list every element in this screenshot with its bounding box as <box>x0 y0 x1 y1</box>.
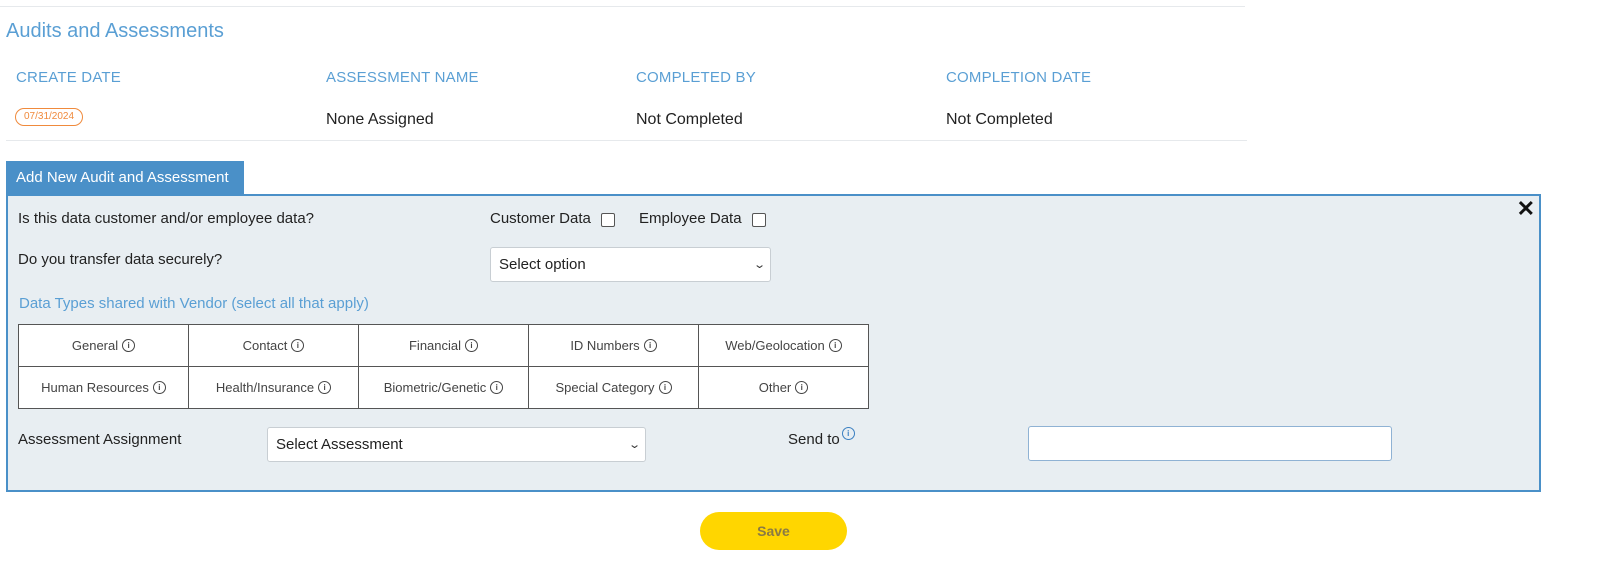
transfer-secure-select[interactable]: Select option ⌄ <box>490 247 771 282</box>
data-type-id-numbers[interactable]: ID Numbers i <box>529 325 699 367</box>
send-to-label: Send to <box>788 431 840 448</box>
data-type-label: Health/Insurance <box>215 380 315 395</box>
cell-completed-by: Not Completed <box>636 111 743 128</box>
customer-data-option[interactable]: Customer Data <box>490 210 615 227</box>
customer-data-checkbox[interactable] <box>600 212 615 227</box>
save-button[interactable]: Save <box>700 512 847 550</box>
data-type-label: Biometric/Genetic <box>383 380 487 395</box>
data-type-general[interactable]: General i <box>19 325 189 367</box>
send-to-input[interactable] <box>1028 426 1392 461</box>
transfer-secure-select-value: Select option <box>499 256 586 273</box>
add-audit-panel: ✕ Is this data customer and/or employee … <box>6 194 1541 492</box>
assessment-assignment-label: Assessment Assignment <box>18 431 182 448</box>
data-type-label: Financial <box>408 338 462 353</box>
top-divider <box>0 6 1245 7</box>
question-customer-employee: Is this data customer and/or employee da… <box>18 210 315 227</box>
assessment-select-value: Select Assessment <box>276 436 403 453</box>
info-icon[interactable]: i <box>465 339 479 352</box>
data-type-label: General <box>71 338 119 353</box>
info-icon[interactable]: i <box>318 381 332 394</box>
send-to-label-wrap: Send to i <box>788 427 855 448</box>
header-completed-by[interactable]: COMPLETED BY <box>636 69 756 86</box>
data-type-other[interactable]: Other i <box>699 367 869 409</box>
data-type-health-insurance[interactable]: Health/Insurance i <box>189 367 359 409</box>
header-create-date[interactable]: CREATE DATE <box>16 69 121 86</box>
data-type-web-geolocation[interactable]: Web/Geolocation i <box>699 325 869 367</box>
header-completion-date[interactable]: COMPLETION DATE <box>946 69 1091 86</box>
cell-assessment-name: None Assigned <box>326 111 434 128</box>
row-divider <box>6 140 1247 141</box>
info-icon[interactable]: i <box>643 339 657 352</box>
data-type-label: Special Category <box>555 380 655 395</box>
data-type-biometric-genetic[interactable]: Biometric/Genetic i <box>359 367 529 409</box>
info-icon[interactable]: i <box>490 381 504 394</box>
info-icon[interactable]: i <box>658 381 672 394</box>
chevron-down-icon: ⌄ <box>627 439 641 451</box>
question-transfer-securely: Do you transfer data securely? <box>18 251 223 268</box>
info-icon[interactable]: i <box>828 339 842 352</box>
info-icon[interactable]: i <box>795 381 809 394</box>
customer-data-label: Customer Data <box>490 210 591 227</box>
data-type-label: Contact <box>242 338 288 353</box>
section-title: Audits and Assessments <box>6 20 224 42</box>
data-type-contact[interactable]: Contact i <box>189 325 359 367</box>
data-type-label: Web/Geolocation <box>725 338 825 353</box>
cell-completion-date: Not Completed <box>946 111 1053 128</box>
data-type-human-resources[interactable]: Human Resources i <box>19 367 189 409</box>
chevron-down-icon: ⌄ <box>752 259 766 271</box>
tab-add-new-audit[interactable]: Add New Audit and Assessment <box>6 161 244 194</box>
employee-data-option[interactable]: Employee Data <box>639 210 766 227</box>
data-types-grid: General i Contact i Financial i ID Numbers i… <box>18 324 869 409</box>
header-assessment-name[interactable]: ASSESSMENT NAME <box>326 69 479 86</box>
employee-data-label: Employee Data <box>639 210 742 227</box>
info-icon[interactable]: i <box>152 381 166 394</box>
data-type-label: ID Numbers <box>570 338 640 353</box>
assessment-select[interactable]: Select Assessment ⌄ <box>267 427 646 462</box>
data-type-financial[interactable]: Financial i <box>359 325 529 367</box>
create-date-badge: 07/31/2024 <box>15 108 84 126</box>
data-type-label: Human Resources <box>41 380 149 395</box>
data-types-label: Data Types shared with Vendor (select al… <box>19 295 369 312</box>
data-type-special-category[interactable]: Special Category i <box>529 367 699 409</box>
employee-data-checkbox[interactable] <box>751 212 766 227</box>
close-icon[interactable]: ✕ <box>1517 198 1535 220</box>
data-type-label: Other <box>758 380 792 395</box>
info-icon[interactable]: i <box>122 339 136 352</box>
info-icon[interactable]: i <box>841 427 855 440</box>
info-icon[interactable]: i <box>291 339 305 352</box>
